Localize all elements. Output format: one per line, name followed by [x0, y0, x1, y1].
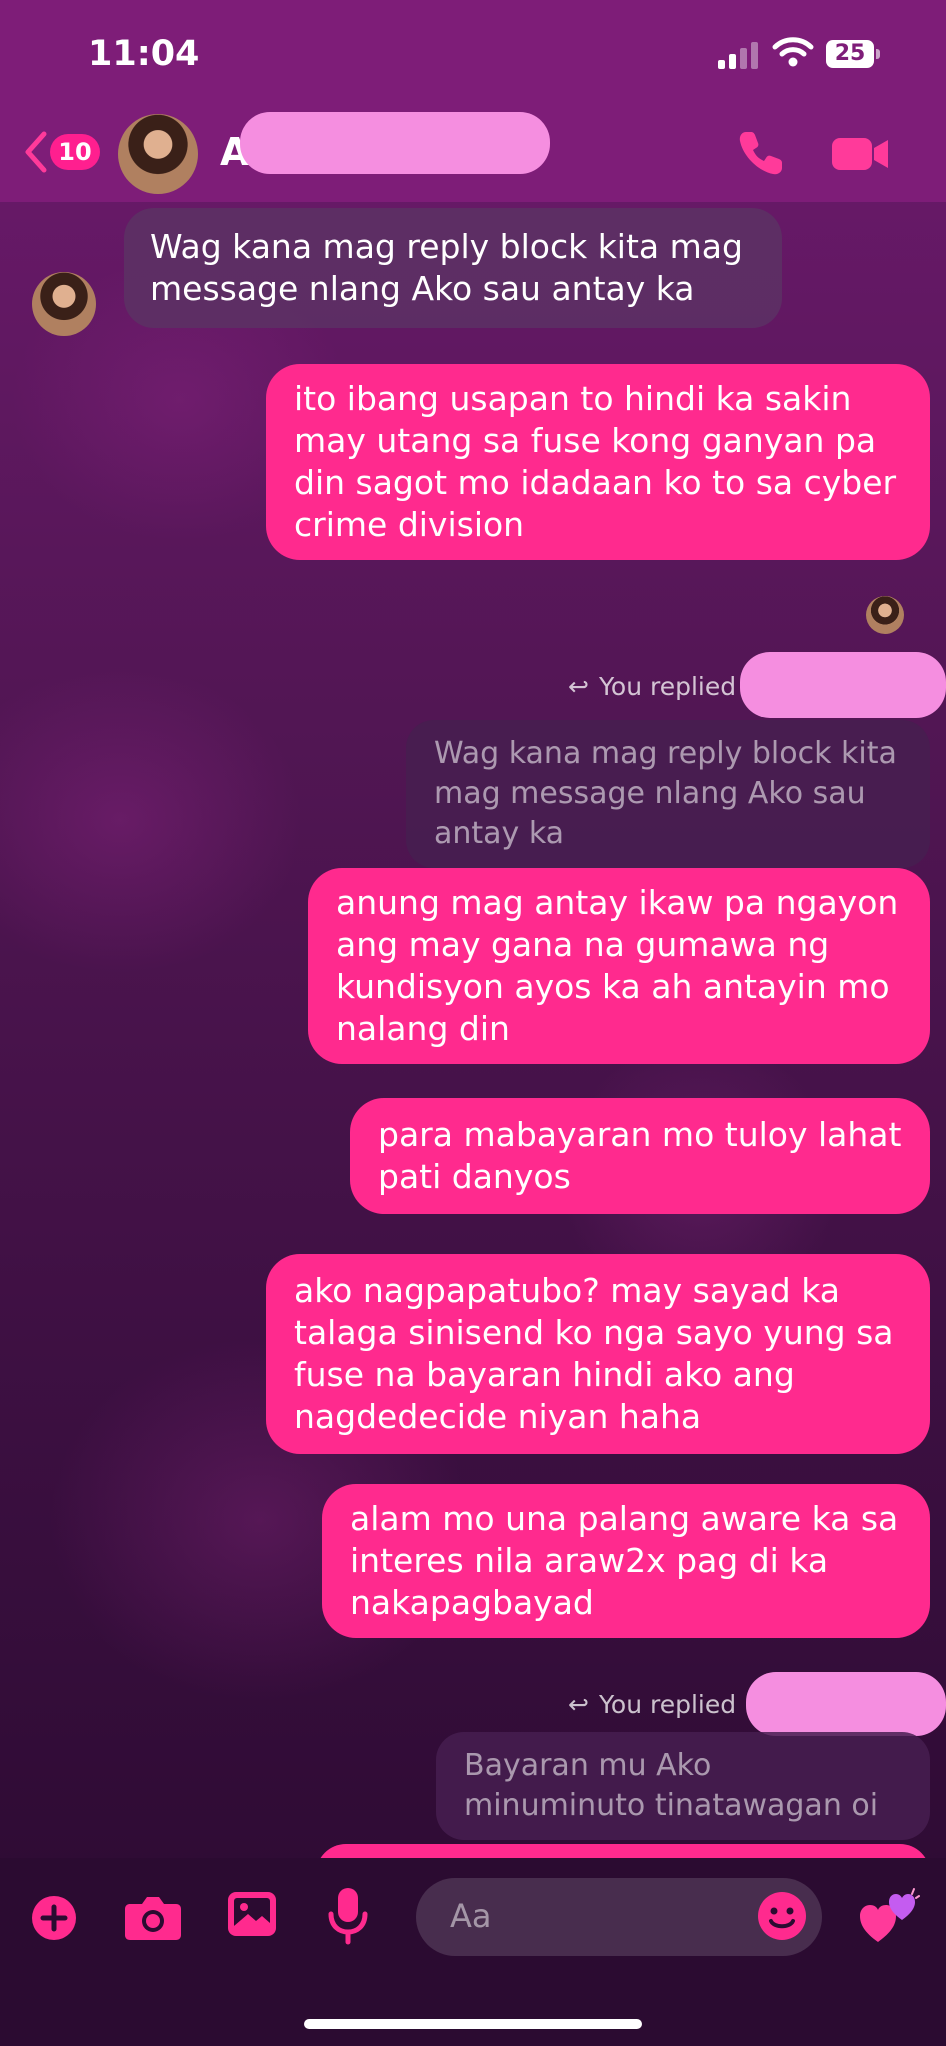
status-time: 11:04: [88, 34, 200, 74]
emoji-icon[interactable]: [756, 1890, 808, 1942]
contact-avatar[interactable]: [118, 114, 198, 194]
message-input-placeholder: Aa: [450, 1897, 492, 1935]
camera-icon[interactable]: [124, 1892, 182, 1942]
outgoing-message[interactable]: ito ibang usapan to hindi ka sakin may u…: [266, 364, 930, 560]
sender-avatar[interactable]: [32, 272, 96, 336]
unread-count-badge[interactable]: 10: [50, 134, 100, 170]
hearts-icon[interactable]: [858, 1886, 920, 1946]
video-camera-icon[interactable]: [830, 134, 892, 174]
photo-icon[interactable]: [226, 1890, 278, 1938]
outgoing-message[interactable]: ako nagpapatubo? may sayad ka talaga sin…: [266, 1254, 930, 1454]
outgoing-message[interactable]: para mabayaran mo tuloy lahat pati danyo…: [350, 1098, 930, 1214]
back-chevron-icon[interactable]: [24, 130, 48, 174]
redacted-reply-target: [746, 1672, 946, 1736]
reply-arrow-icon: ↩: [568, 672, 589, 701]
reply-label: You replied: [598, 672, 737, 701]
read-receipt-avatar: [866, 596, 904, 634]
wifi-icon: [772, 37, 814, 67]
quoted-message[interactable]: Bayaran mu Ako minuminuto tinatawagan oi: [436, 1732, 930, 1840]
redacted-contact-name: [240, 112, 550, 174]
home-indicator: [304, 2019, 642, 2029]
reply-indicator: ↩ You replied: [568, 672, 736, 701]
redacted-reply-target: [740, 652, 946, 718]
chat-header: 11:04 25 10 A: [0, 0, 946, 202]
outgoing-message[interactable]: anung mag antay ikaw pa ngayon ang may g…: [308, 868, 930, 1064]
battery-level: 25: [834, 41, 866, 66]
battery-icon: 25: [826, 40, 882, 68]
reply-arrow-icon: ↩: [568, 1690, 589, 1719]
outgoing-message[interactable]: alam mo una palang aware ka sa interes n…: [322, 1484, 930, 1638]
reply-label: You replied: [598, 1690, 737, 1719]
quoted-message[interactable]: Wag kana mag reply block kita mag messag…: [406, 720, 930, 868]
reply-indicator: ↩ You replied: [568, 1690, 736, 1719]
plus-icon[interactable]: [30, 1894, 78, 1942]
phone-icon[interactable]: [736, 128, 786, 178]
microphone-icon[interactable]: [326, 1886, 370, 1946]
incoming-message[interactable]: Wag kana mag reply block kita mag messag…: [124, 208, 782, 328]
signal-icon: [718, 42, 758, 69]
